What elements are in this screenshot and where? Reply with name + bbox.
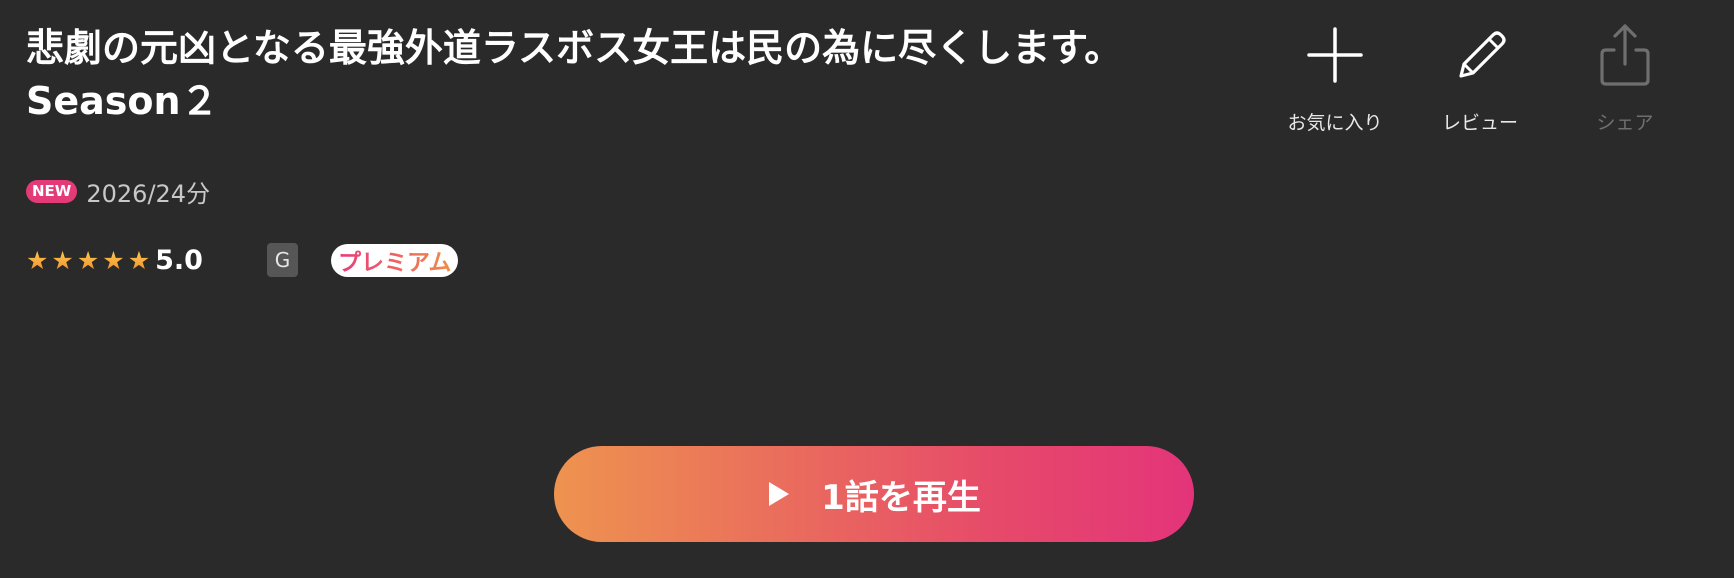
plus-icon xyxy=(1300,20,1370,90)
action-bar: お気に入り レビュー シェア xyxy=(1270,20,1670,140)
page-title: 悲劇の元凶となる最強外道ラスボス女王は民の為に尽くします。Season２ xyxy=(26,26,1123,123)
star-icon: ★ xyxy=(127,245,151,275)
favorite-label: お気に入り xyxy=(1287,112,1383,134)
star-icon: ★ xyxy=(26,245,49,275)
review-label: レビュー xyxy=(1441,112,1518,134)
share-label: シェア xyxy=(1596,112,1654,134)
star-rating: ★ ★ ★ ★ ★ xyxy=(26,248,150,273)
share-button[interactable]: シェア xyxy=(1560,20,1690,135)
pencil-icon xyxy=(1445,20,1515,90)
favorite-button[interactable]: お気に入り xyxy=(1270,20,1400,135)
premium-label: プレミアム xyxy=(338,243,451,277)
rating-score: 5.0 xyxy=(155,244,203,276)
star-icon: ★ xyxy=(102,245,125,275)
review-button[interactable]: レビュー xyxy=(1415,20,1545,135)
share-icon xyxy=(1590,20,1660,90)
meta-row: NEW 2026/24分 xyxy=(26,174,210,209)
play-episode-button[interactable]: 1話を再生 xyxy=(554,446,1194,542)
play-label: 1話を再生 xyxy=(821,477,981,518)
age-rating-badge: G xyxy=(266,243,298,277)
star-icon: ★ xyxy=(51,245,74,275)
new-badge: NEW xyxy=(26,180,78,203)
premium-badge: プレミアム xyxy=(330,243,459,277)
rating-row: ★ ★ ★ ★ ★ 5.0 G プレミアム xyxy=(26,240,459,280)
play-icon xyxy=(767,480,791,508)
star-icon: ★ xyxy=(76,245,100,275)
title-detail-page: 悲劇の元凶となる最強外道ラスボス女王は民の為に尽くします。Season２ NEW… xyxy=(0,0,1734,578)
year-duration: 2026/24分 xyxy=(86,180,211,208)
